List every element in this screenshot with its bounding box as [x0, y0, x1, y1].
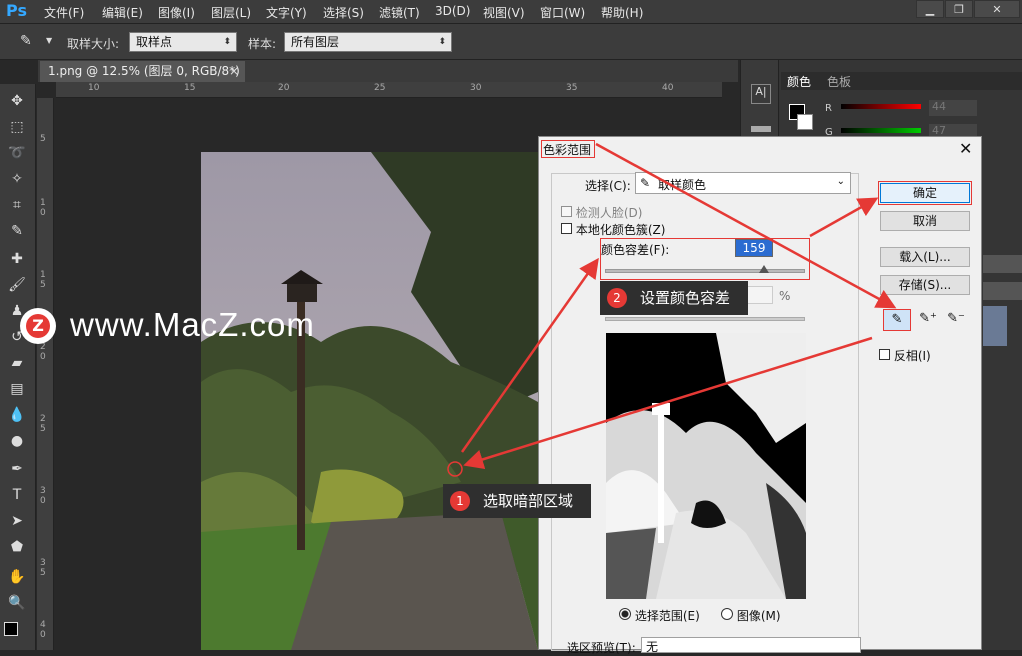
arrow-to-ok [809, 197, 879, 238]
arrow-to-fuzziness [460, 257, 599, 453]
arrow-title-to-eyedropper [595, 142, 897, 309]
annotation-arrows [460, 142, 897, 470]
